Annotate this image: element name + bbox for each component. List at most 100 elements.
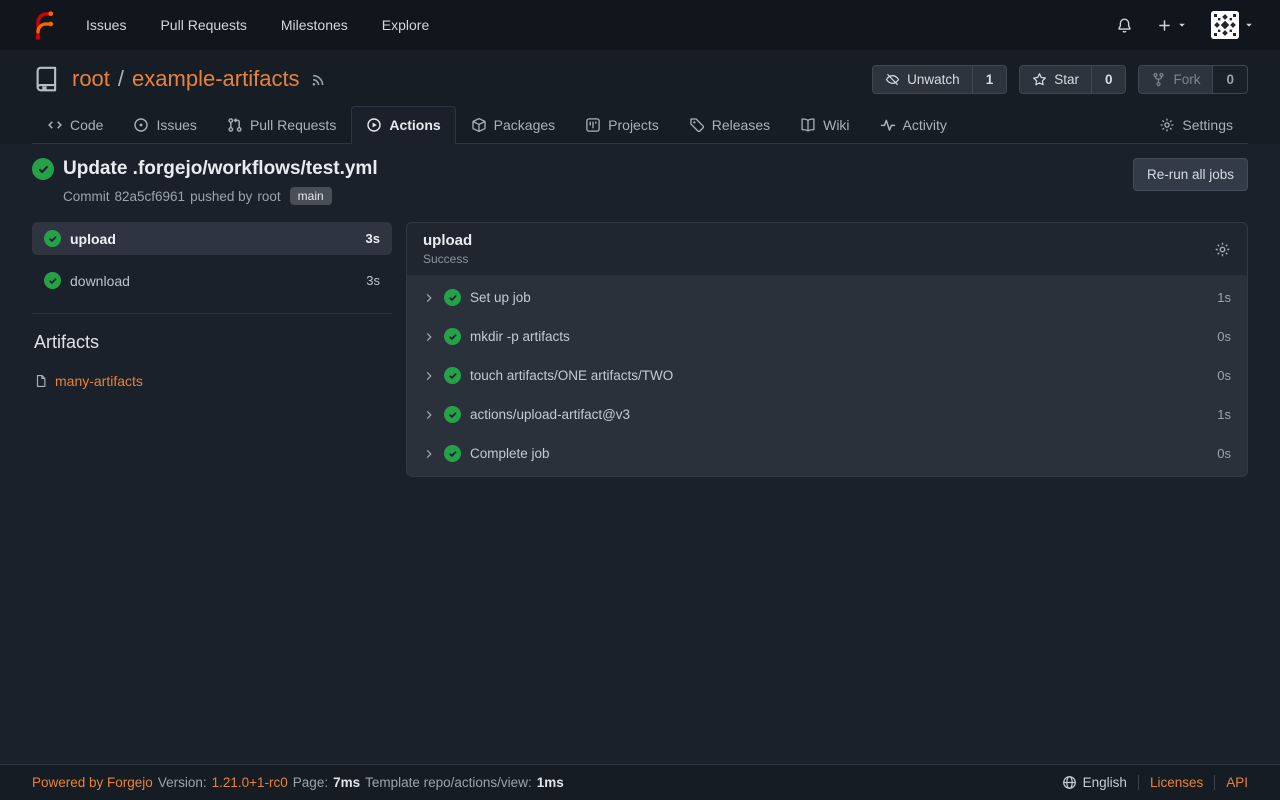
tab-pull-requests[interactable]: Pull Requests [212,106,351,143]
api-link[interactable]: API [1214,775,1248,790]
job-detail-name: upload [423,232,472,249]
job-item-upload[interactable]: upload 3s [32,222,392,255]
artifact-item: many-artifacts [34,373,392,389]
run-title: Update .forgejo/workflows/test.yml [63,158,378,180]
globe-icon [1062,775,1077,790]
chevron-right-icon[interactable] [423,292,435,304]
star-icon [1032,72,1047,87]
steps-list: Set up job 1s mkdir -p artifacts 0s touc… [407,275,1247,476]
tab-actions[interactable]: Actions [351,106,455,144]
job-name: download [70,273,357,289]
package-icon [471,117,487,133]
page-time-label: Page: [293,775,328,790]
file-icon [34,374,48,388]
jobs-sidebar: upload 3s download 3s Artifacts many-art… [32,222,392,477]
commit-label: Commit [63,189,110,204]
top-navbar: Issues Pull Requests Milestones Explore [0,0,1280,50]
repo-action-buttons: Unwatch 1 Star 0 [872,65,1248,94]
create-new-menu[interactable] [1157,18,1187,33]
tab-settings[interactable]: Settings [1144,106,1248,143]
page-footer: Powered by Forgejo Version: 1.21.0+1-rc0… [0,764,1280,800]
step-row-touch[interactable]: touch artifacts/ONE artifacts/TWO 0s [407,356,1247,395]
user-menu[interactable] [1211,11,1254,39]
commit-hash-link[interactable]: 82a5cf6961 [115,189,186,204]
tab-projects[interactable]: Projects [570,106,674,143]
user-avatar[interactable] [1211,11,1239,39]
stars-count[interactable]: 0 [1091,66,1126,93]
chevron-right-icon[interactable] [423,448,435,460]
tab-label: Projects [608,117,659,133]
step-name: Complete job [470,446,1208,461]
fork-button[interactable]: Fork [1139,66,1212,93]
job-status-text: Success [423,252,472,266]
step-row-setup[interactable]: Set up job 1s [407,278,1247,317]
star-button-group: Star 0 [1019,65,1126,94]
chevron-right-icon[interactable] [423,370,435,382]
tab-label: Code [70,117,103,133]
tab-code[interactable]: Code [32,106,118,143]
unwatch-label: Unwatch [907,72,960,87]
chevron-right-icon[interactable] [423,409,435,421]
job-duration: 3s [366,273,380,288]
eye-slash-icon [885,72,900,87]
tab-wiki[interactable]: Wiki [785,106,864,143]
page-time-value: 7ms [333,775,360,790]
step-row-upload-artifact[interactable]: actions/upload-artifact@v3 1s [407,395,1247,434]
tools-icon [1159,117,1175,133]
licenses-link[interactable]: Licenses [1138,775,1214,790]
artifacts-heading: Artifacts [34,332,392,353]
issue-icon [133,117,149,133]
version-link[interactable]: 1.21.0+1-rc0 [212,775,288,790]
powered-by-link[interactable]: Powered by Forgejo [32,775,153,790]
success-check-icon [444,445,461,462]
chevron-right-icon[interactable] [423,331,435,343]
step-name: actions/upload-artifact@v3 [470,407,1208,422]
nav-link-milestones[interactable]: Milestones [281,17,348,33]
watchers-count[interactable]: 1 [972,66,1007,93]
repo-owner-link[interactable]: root [72,66,110,92]
step-row-mkdir[interactable]: mkdir -p artifacts 0s [407,317,1247,356]
branch-badge[interactable]: main [290,187,332,205]
tab-issues[interactable]: Issues [118,106,211,143]
language-selector[interactable]: English [1051,775,1138,790]
notifications-bell-icon[interactable] [1116,17,1133,34]
step-row-complete[interactable]: Complete job 0s [407,434,1247,473]
tab-activity[interactable]: Activity [865,106,962,143]
nav-link-explore[interactable]: Explore [382,17,429,33]
artifact-download-link[interactable]: many-artifacts [55,373,143,389]
navbar-links: Issues Pull Requests Milestones Explore [86,17,429,33]
commit-author-link[interactable]: root [257,189,280,204]
tab-releases[interactable]: Releases [674,106,785,143]
success-check-icon [444,289,461,306]
project-board-icon [585,117,601,133]
forgejo-logo-icon[interactable] [26,8,60,42]
api-label[interactable]: API [1226,775,1248,790]
rss-icon[interactable] [310,71,327,88]
nav-link-issues[interactable]: Issues [86,17,126,33]
play-circle-icon [366,117,382,133]
rerun-all-jobs-button[interactable]: Re-run all jobs [1133,158,1248,191]
book-icon [800,117,816,133]
job-item-download[interactable]: download 3s [32,264,392,297]
success-check-icon [444,367,461,384]
nav-link-pull-requests[interactable]: Pull Requests [160,17,246,33]
template-time-value: 1ms [537,775,564,790]
licenses-label[interactable]: Licenses [1150,775,1203,790]
run-commit-info: Commit 82a5cf6961 pushed by root main [63,187,378,205]
breadcrumb-separator: / [118,66,124,92]
job-detail-panel: upload Success Set up job 1s mkdir -p [406,222,1248,477]
unwatch-button[interactable]: Unwatch [873,66,972,93]
repo-name-link[interactable]: example-artifacts [132,66,300,92]
step-name: Set up job [470,290,1208,305]
fork-button-group: Fork 0 [1138,65,1248,94]
tab-packages[interactable]: Packages [456,106,570,143]
star-button[interactable]: Star [1020,66,1091,93]
pushed-by-label: pushed by [190,189,252,204]
code-icon [47,117,63,133]
forks-count[interactable]: 0 [1212,66,1247,93]
gear-icon[interactable] [1214,241,1231,258]
tab-label: Settings [1182,117,1233,133]
job-name: upload [70,231,357,247]
tab-label: Issues [156,117,196,133]
step-duration: 1s [1217,407,1231,422]
